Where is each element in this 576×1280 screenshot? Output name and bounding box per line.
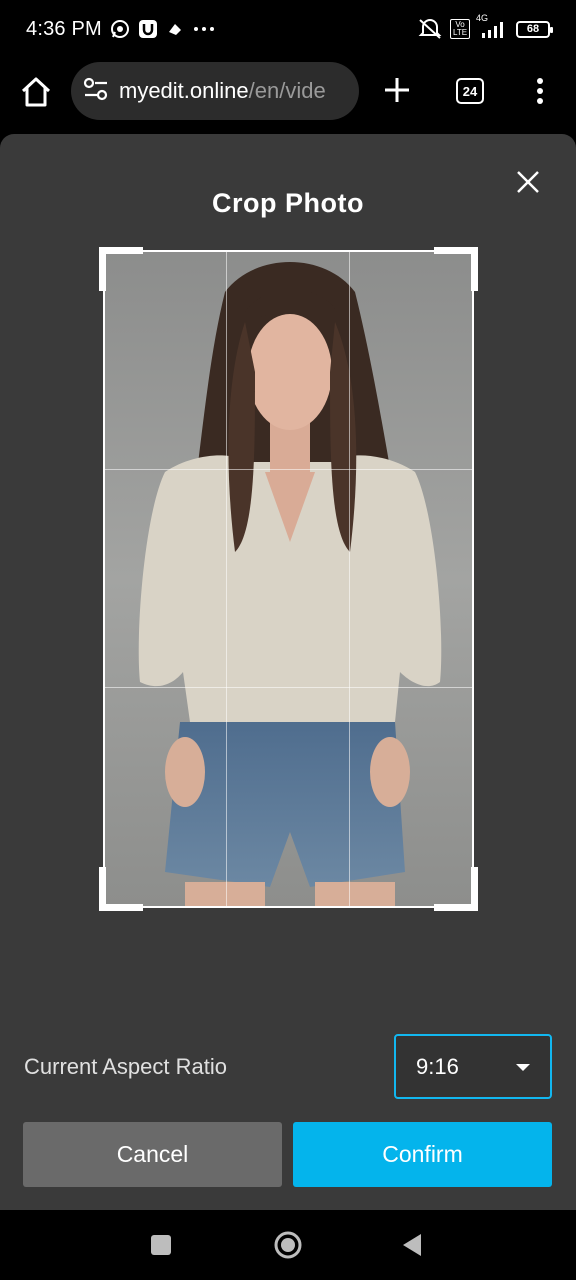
mute-icon [418, 18, 442, 40]
cancel-button[interactable]: Cancel [23, 1122, 282, 1187]
crop-handle-bottom-right[interactable] [434, 867, 478, 911]
crop-handle-top-right[interactable] [434, 247, 478, 291]
aspect-ratio-value: 9:16 [416, 1053, 459, 1079]
confirm-button[interactable]: Confirm [293, 1122, 552, 1187]
crop-frame [103, 250, 474, 908]
browser-toolbar: myedit.online/en/vide 24 [0, 58, 576, 124]
status-bar: 4:36 PM Vo LTE 4G 68 [0, 0, 576, 58]
recents-icon[interactable] [151, 1235, 171, 1255]
home-icon[interactable] [18, 74, 54, 110]
status-time: 4:36 PM [26, 17, 102, 40]
url-path: /en/vide [248, 78, 326, 103]
crop-photo-dialog: Crop Photo Current Aspect Ratio 9:16 Can… [0, 134, 576, 1210]
cloud-icon [166, 20, 184, 38]
dialog-title: Crop Photo [212, 188, 364, 218]
aspect-ratio-label: Current Aspect Ratio [24, 1054, 227, 1079]
home-circle-icon[interactable] [273, 1230, 303, 1260]
volte-icon: Vo LTE [450, 19, 470, 39]
crop-handle-top-left[interactable] [99, 247, 143, 291]
tab-switcher-button[interactable]: 24 [456, 78, 484, 104]
app-u-icon [138, 19, 158, 39]
url-host: myedit.online [119, 78, 249, 103]
more-vert-icon[interactable] [532, 76, 548, 106]
system-nav-bar [0, 1210, 576, 1280]
url-text: myedit.online/en/vide [119, 78, 326, 104]
crop-area[interactable] [99, 247, 478, 911]
site-settings-icon[interactable] [83, 77, 109, 106]
address-bar[interactable]: myedit.online/en/vide [71, 62, 359, 120]
aspect-ratio-select[interactable]: 9:16 [394, 1034, 552, 1099]
network-type: 4G [476, 13, 489, 23]
battery-level: 68 [526, 23, 540, 35]
back-icon[interactable] [401, 1232, 423, 1258]
caret-down-icon [516, 1064, 530, 1071]
signal-icon: 4G [476, 13, 508, 39]
tab-count: 24 [462, 83, 478, 99]
crop-handle-bottom-left[interactable] [99, 867, 143, 911]
more-dots-icon [192, 25, 216, 33]
whatsapp-icon [110, 19, 130, 39]
new-tab-icon[interactable] [382, 75, 412, 105]
battery-icon: 68 [516, 20, 553, 38]
